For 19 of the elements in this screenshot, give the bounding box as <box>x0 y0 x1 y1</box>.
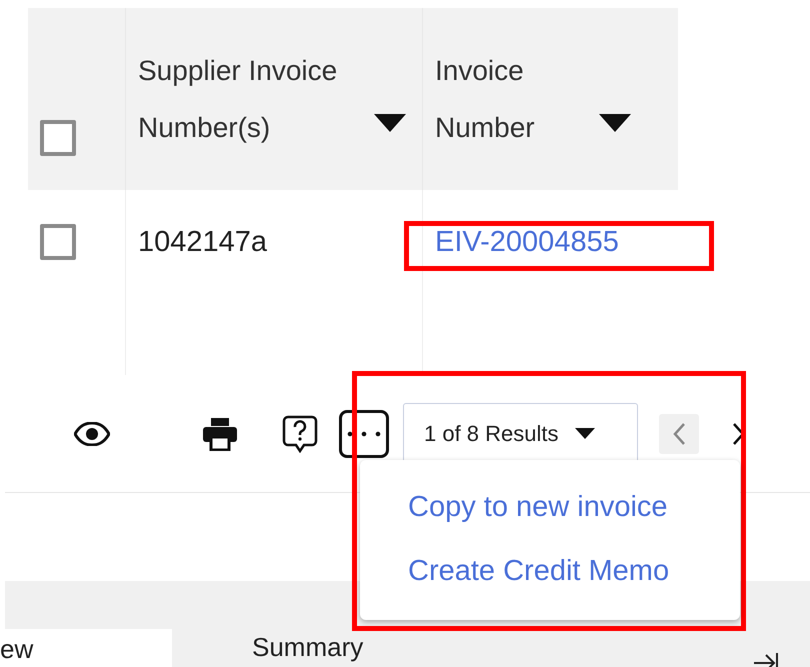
invoice-link[interactable]: EIV-20004855 <box>435 226 619 258</box>
eye-icon[interactable] <box>74 422 110 446</box>
sort-caret-icon[interactable] <box>599 114 631 132</box>
column-header: Invoice Number <box>435 54 536 145</box>
menu-item[interactable]: Copy to new invoice <box>408 488 740 526</box>
more-options-button[interactable] <box>339 410 389 458</box>
panel-tab[interactable]: Summary <box>205 629 405 667</box>
caret-icon <box>574 428 595 439</box>
menu-item[interactable]: Create Credit Memo <box>408 552 740 590</box>
row-checkbox[interactable] <box>40 224 76 260</box>
chevron-left-icon <box>672 422 686 446</box>
help-icon[interactable] <box>282 414 318 452</box>
print-icon[interactable] <box>202 416 238 450</box>
table-cell: 1042147a <box>138 226 268 258</box>
sort-caret-icon[interactable] <box>374 114 406 132</box>
select-all-checkbox[interactable] <box>40 120 76 156</box>
column-header: Supplier Invoice Number(s) <box>138 54 338 145</box>
panel-tab[interactable]: ew <box>0 629 172 667</box>
ellipsis-icon <box>346 430 382 436</box>
